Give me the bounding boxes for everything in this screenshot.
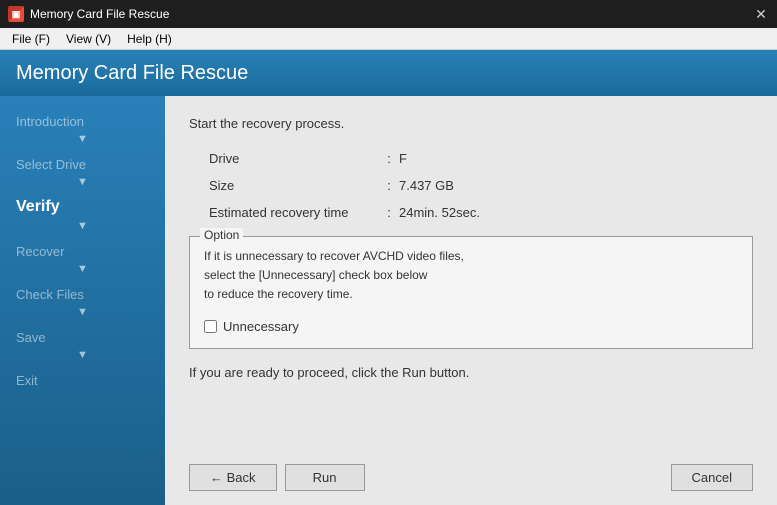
option-description: If it is unnecessary to recover AVCHD vi… bbox=[204, 247, 738, 305]
size-colon: : bbox=[379, 178, 399, 193]
drive-row: Drive : F bbox=[209, 151, 753, 166]
size-row: Size : 7.437 GB bbox=[209, 178, 753, 193]
size-value: 7.437 GB bbox=[399, 178, 454, 193]
option-box-title: Option bbox=[200, 228, 243, 242]
sidebar-arrow-2: ▼ bbox=[0, 176, 165, 192]
sidebar: Introduction ▼ Select Drive ▼ Verify ▼ R… bbox=[0, 96, 165, 505]
sidebar-arrow-1: ▼ bbox=[0, 133, 165, 149]
size-label: Size bbox=[209, 178, 379, 193]
title-bar-left: ▣ Memory Card File Rescue bbox=[8, 6, 169, 22]
sidebar-item-verify[interactable]: Verify bbox=[0, 192, 165, 220]
drive-colon: : bbox=[379, 151, 399, 166]
title-bar-title: Memory Card File Rescue bbox=[30, 7, 169, 21]
back-button[interactable]: ← Back bbox=[189, 464, 277, 491]
sidebar-item-select-drive[interactable]: Select Drive bbox=[0, 149, 165, 176]
sidebar-arrow-3: ▼ bbox=[0, 220, 165, 236]
sidebar-item-save[interactable]: Save bbox=[0, 322, 165, 349]
unnecessary-label: Unnecessary bbox=[223, 319, 299, 334]
menu-file[interactable]: File (F) bbox=[4, 30, 58, 48]
proceed-text: If you are ready to proceed, click the R… bbox=[189, 365, 753, 380]
unnecessary-checkbox-row: Unnecessary bbox=[204, 319, 738, 334]
est-time-label: Estimated recovery time bbox=[209, 205, 379, 220]
main-layout: Introduction ▼ Select Drive ▼ Verify ▼ R… bbox=[0, 96, 777, 505]
sidebar-item-introduction[interactable]: Introduction bbox=[0, 106, 165, 133]
menu-view[interactable]: View (V) bbox=[58, 30, 119, 48]
close-button[interactable]: ✕ bbox=[753, 6, 769, 22]
intro-text: Start the recovery process. bbox=[189, 116, 753, 131]
option-box: Option If it is unnecessary to recover A… bbox=[189, 236, 753, 349]
est-time-value: 24min. 52sec. bbox=[399, 205, 480, 220]
app-header: Memory Card File Rescue bbox=[0, 50, 777, 96]
unnecessary-checkbox[interactable] bbox=[204, 320, 217, 333]
title-bar: ▣ Memory Card File Rescue ✕ bbox=[0, 0, 777, 28]
run-button[interactable]: Run bbox=[285, 464, 365, 491]
sidebar-item-recover[interactable]: Recover bbox=[0, 236, 165, 263]
menu-help[interactable]: Help (H) bbox=[119, 30, 180, 48]
drive-value: F bbox=[399, 151, 407, 166]
button-row: ← Back Run Cancel bbox=[189, 464, 753, 491]
sidebar-item-check-files[interactable]: Check Files bbox=[0, 279, 165, 306]
app-header-title: Memory Card File Rescue bbox=[16, 62, 248, 85]
app-icon: ▣ bbox=[8, 6, 24, 22]
drive-label: Drive bbox=[209, 151, 379, 166]
sidebar-item-exit[interactable]: Exit bbox=[0, 365, 165, 392]
info-table: Drive : F Size : 7.437 GB Estimated reco… bbox=[209, 151, 753, 220]
content-area: Start the recovery process. Drive : F Si… bbox=[165, 96, 777, 505]
sidebar-arrow-6: ▼ bbox=[0, 349, 165, 365]
cancel-button[interactable]: Cancel bbox=[671, 464, 753, 491]
est-time-row: Estimated recovery time : 24min. 52sec. bbox=[209, 205, 753, 220]
sidebar-arrow-4: ▼ bbox=[0, 263, 165, 279]
sidebar-arrow-5: ▼ bbox=[0, 306, 165, 322]
menu-bar: File (F) View (V) Help (H) bbox=[0, 28, 777, 50]
left-buttons: ← Back Run bbox=[189, 464, 365, 491]
est-time-colon: : bbox=[379, 205, 399, 220]
